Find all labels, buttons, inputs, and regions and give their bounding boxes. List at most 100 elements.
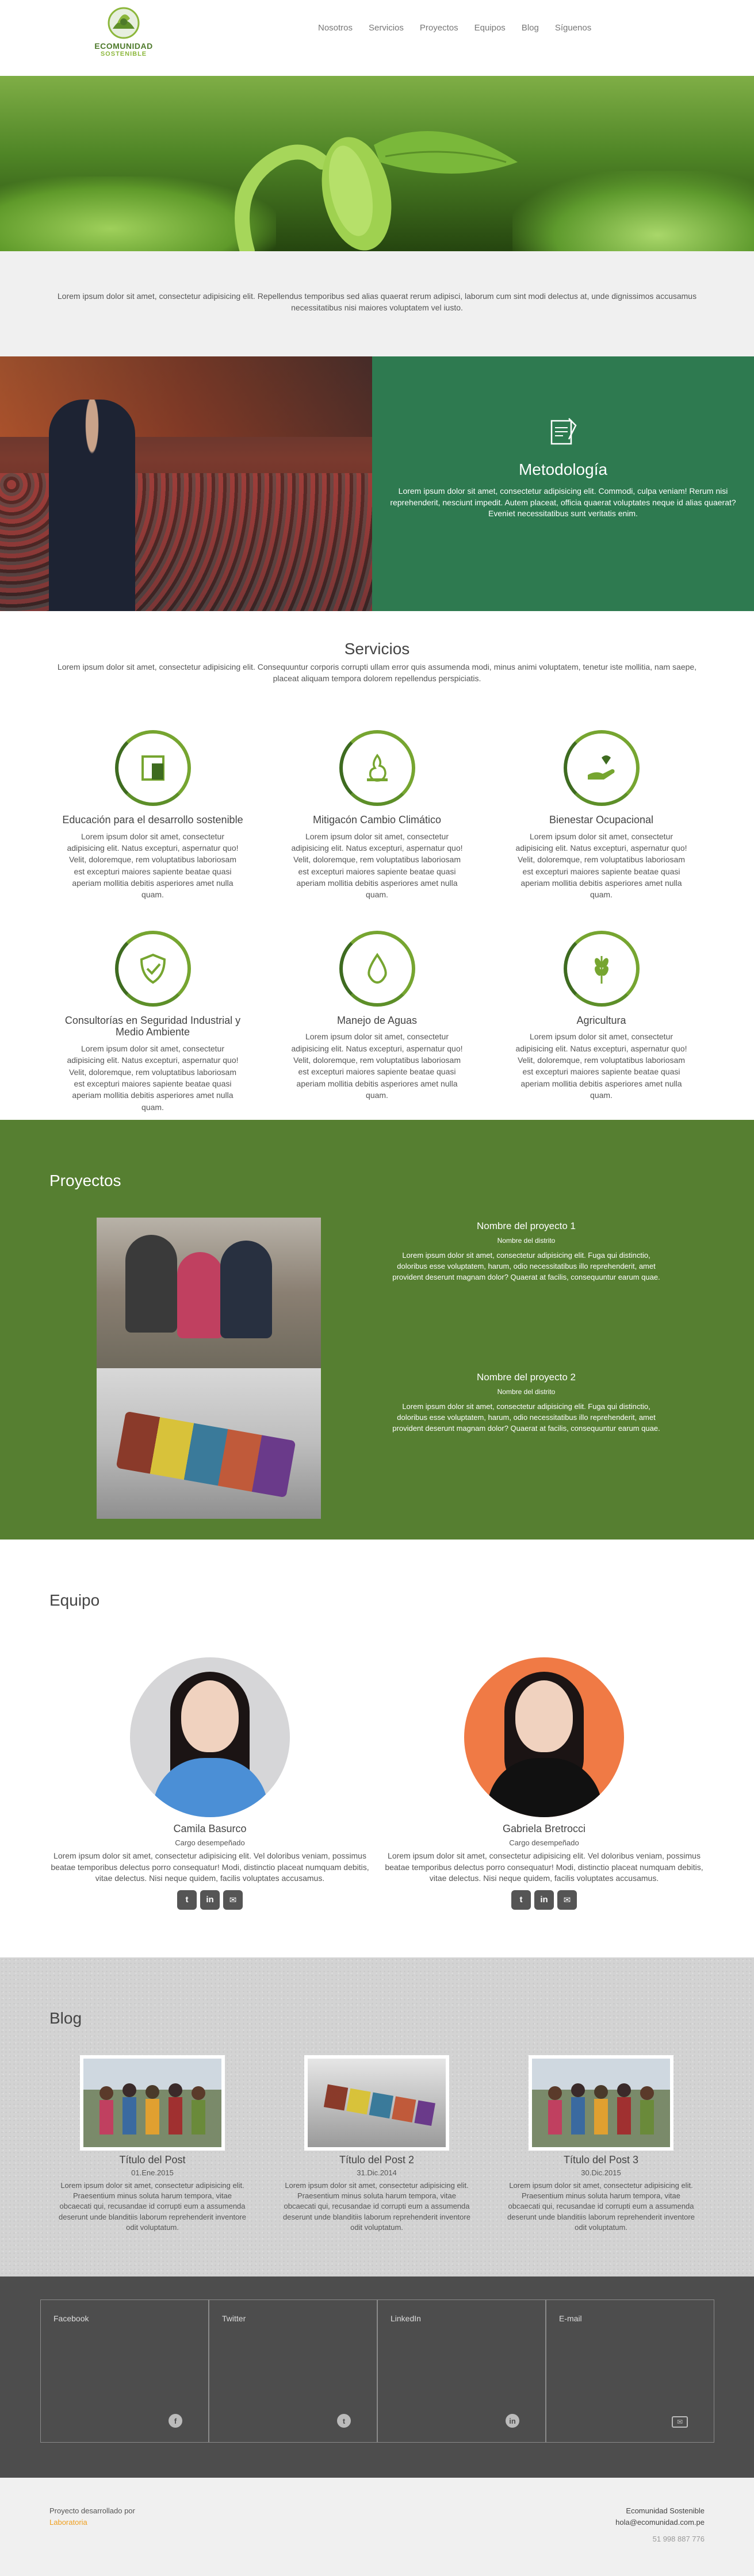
footer-email[interactable]: hola@ecomunidad.com.pe (615, 2517, 705, 2528)
post-group-photo (99, 2083, 205, 2134)
avatar-face (181, 1680, 239, 1752)
post-date: 31.Dic.2014 (357, 2168, 397, 2177)
service-card[interactable]: Educación para el desarrollo sostenible … (58, 730, 248, 900)
member-bio: Lorem ipsum dolor sit amet, consectetur … (385, 1851, 703, 1883)
equipo-section: Equipo Camila Basurco Cargo desempeñado … (0, 1540, 754, 1957)
service-icon-ring (563, 730, 640, 807)
twitter-icon[interactable]: t (511, 1890, 531, 1910)
service-card[interactable]: Bienestar Ocupacional Lorem ipsum dolor … (507, 730, 696, 900)
post-toy-train-photo (323, 2084, 435, 2126)
avatar (464, 1657, 624, 1817)
facebook-label: Facebook (53, 2314, 89, 2323)
linkedin-icon[interactable]: in (200, 1890, 220, 1910)
photo-toy-train (116, 1411, 296, 1498)
email-icon[interactable]: ✉ (672, 2416, 688, 2428)
photo-person (177, 1252, 223, 1338)
post-title[interactable]: Título del Post (58, 2154, 247, 2166)
project-text: Lorem ipsum dolor sit amet, consectetur … (392, 1251, 660, 1281)
nav-link-servicios[interactable]: Servicios (369, 23, 404, 33)
service-text: Lorem ipsum dolor sit amet, consectetur … (67, 831, 239, 900)
metodologia-panel: Metodología Lorem ipsum dolor sit amet, … (372, 356, 754, 611)
nav-link-nosotros[interactable]: Nosotros (318, 23, 353, 33)
service-title: Agricultura (576, 1014, 626, 1026)
servicios-lead: Lorem ipsum dolor sit amet, consectetur … (57, 662, 697, 683)
equipo-title: Equipo (49, 1591, 100, 1609)
nav-link-siguenos[interactable]: Síguenos (555, 23, 591, 33)
avatar (130, 1657, 290, 1817)
water-drop-icon (367, 953, 387, 984)
proyectos-section: Proyectos Nombre del proyecto 1 Nombre d… (0, 1120, 754, 1540)
member-social-links: t in ✉ (49, 1890, 371, 1910)
email-icon[interactable]: ✉ (223, 1890, 243, 1910)
metodologia-section: Metodología Lorem ipsum dolor sit amet, … (0, 356, 754, 611)
hero-sprout-image (235, 131, 518, 251)
facebook-box[interactable]: Facebook f (40, 2299, 209, 2443)
twitter-icon[interactable]: t (337, 2414, 351, 2428)
email-icon[interactable]: ✉ (557, 1890, 577, 1910)
project-1-photo[interactable] (97, 1218, 321, 1368)
service-card[interactable]: Agricultura Lorem ipsum dolor sit amet, … (507, 930, 696, 1113)
project-2-photo[interactable] (97, 1368, 321, 1519)
post-title[interactable]: Título del Post 2 (282, 2154, 472, 2166)
site-header: ECOMUNIDAD SOSTENIBLE Nosotros Servicios… (0, 0, 754, 76)
post-excerpt: Lorem ipsum dolor sit amet, consectetur … (59, 2181, 246, 2232)
photo-person (125, 1235, 177, 1333)
member-role: Cargo desempeñado (175, 1838, 245, 1847)
facebook-icon[interactable]: f (169, 2414, 182, 2428)
linkedin-icon[interactable]: in (506, 2414, 519, 2428)
post-thumbnail[interactable] (80, 2055, 225, 2151)
photo-person (220, 1241, 272, 1338)
logo-text-secondary: SOSTENIBLE (100, 51, 147, 57)
service-card[interactable]: Mitigacón Cambio Climático Lorem ipsum d… (282, 730, 472, 900)
nav-link-equipos[interactable]: Equipos (474, 23, 506, 33)
site-logo[interactable]: ECOMUNIDAD SOSTENIBLE (86, 6, 161, 57)
blog-post-card[interactable]: Título del Post 01.Ene.2015 Lorem ipsum … (58, 2055, 247, 2233)
main-nav: Nosotros Servicios Proyectos Equipos Blo… (318, 23, 591, 33)
servicios-section: Servicios Lorem ipsum dolor sit amet, co… (0, 611, 754, 1120)
photo-speaker (49, 400, 135, 611)
project-name[interactable]: Nombre del proyecto 2 (357, 1372, 696, 1383)
twitter-box[interactable]: Twitter t (209, 2299, 377, 2443)
service-icon-ring (114, 730, 191, 807)
linkedin-icon[interactable]: in (534, 1890, 554, 1910)
blog-post-card[interactable]: Título del Post 3 30.Dic.2015 Lorem ipsu… (506, 2055, 696, 2233)
nav-link-proyectos[interactable]: Proyectos (420, 23, 458, 33)
servicios-grid: Educación para el desarrollo sostenible … (0, 730, 754, 1113)
email-box[interactable]: E-mail ✉ (546, 2299, 714, 2443)
service-title: Educación para el desarrollo sostenible (62, 814, 243, 826)
email-label: E-mail (559, 2314, 582, 2323)
social-links-section: Facebook f Twitter t LinkedIn in E-mail … (0, 2276, 754, 2478)
team-member-card: Camila Basurco Cargo desempeñado Lorem i… (49, 1657, 371, 1910)
member-name: Gabriela Bretrocci (502, 1823, 586, 1834)
service-text: Lorem ipsum dolor sit amet, consectetur … (291, 831, 463, 900)
member-bio: Lorem ipsum dolor sit amet, consectetur … (51, 1851, 369, 1883)
page-footer: Proyecto desarrollado por Laboratoria Ec… (0, 2478, 754, 2576)
hand-heart-icon (587, 755, 614, 780)
service-text: Lorem ipsum dolor sit amet, consectetur … (291, 1032, 463, 1100)
twitter-icon[interactable]: t (177, 1890, 197, 1910)
linkedin-box[interactable]: LinkedIn in (377, 2299, 546, 2443)
post-title[interactable]: Título del Post 3 (506, 2154, 696, 2166)
post-thumbnail[interactable] (529, 2055, 673, 2151)
post-excerpt: Lorem ipsum dolor sit amet, consectetur … (507, 2181, 695, 2232)
avatar-face (515, 1680, 573, 1752)
nav-link-blog[interactable]: Blog (522, 23, 539, 33)
service-card[interactable]: Consultorías en Seguridad Industrial y M… (58, 930, 248, 1113)
conference-photo (0, 356, 372, 611)
service-title: Mitigacón Cambio Climático (312, 814, 442, 826)
footer-credit-link[interactable]: Laboratoria (49, 2517, 135, 2528)
blog-title: Blog (49, 2009, 82, 2027)
footer-contact: Ecomunidad Sostenible hola@ecomunidad.co… (615, 2505, 705, 2545)
proyectos-title: Proyectos (49, 1172, 121, 1189)
project-text: Lorem ipsum dolor sit amet, consectetur … (392, 1402, 660, 1433)
project-name[interactable]: Nombre del proyecto 1 (357, 1220, 696, 1232)
book-icon (141, 755, 164, 781)
service-icon-ring (339, 730, 415, 807)
post-group-photo (548, 2083, 654, 2134)
post-thumbnail[interactable] (304, 2055, 449, 2151)
service-card[interactable]: Manejo de Aguas Lorem ipsum dolor sit am… (282, 930, 472, 1113)
wheat-icon (594, 955, 608, 984)
post-excerpt: Lorem ipsum dolor sit amet, consectetur … (283, 2181, 470, 2232)
blog-post-card[interactable]: Título del Post 2 31.Dic.2014 Lorem ipsu… (282, 2055, 472, 2233)
metodologia-title: Metodología (518, 460, 608, 478)
